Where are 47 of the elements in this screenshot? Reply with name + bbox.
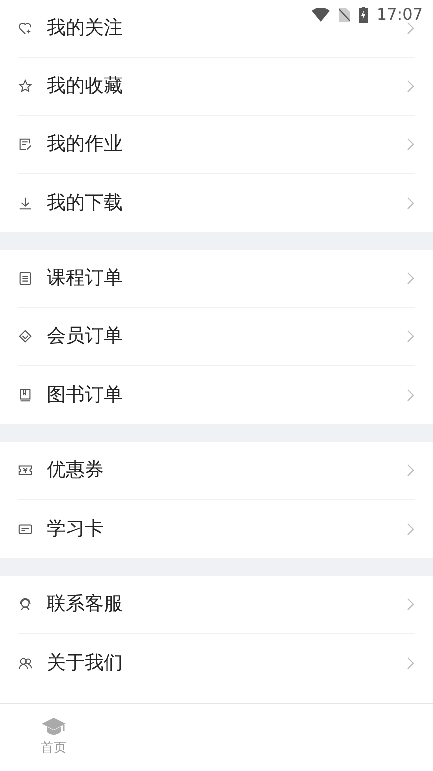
chevron-right-icon — [407, 80, 415, 93]
menu-item-label: 课程订单 — [47, 266, 123, 292]
menu-item[interactable]: 学习卡 — [0, 500, 433, 558]
chevron-right-icon — [407, 388, 415, 402]
chevron-right-icon — [407, 656, 415, 670]
menu-item[interactable]: 关于我们 — [0, 634, 433, 692]
menu-item[interactable]: 我的作业 — [0, 116, 433, 174]
status-time: 17:07 — [376, 4, 423, 26]
chevron-right-icon — [407, 138, 415, 151]
heart-plus-icon — [18, 21, 33, 36]
chevron-right-icon — [407, 22, 415, 35]
menu-item[interactable]: 图书订单 — [0, 366, 433, 424]
battery-charging-icon — [358, 7, 368, 23]
menu-item[interactable]: 我的收藏 — [0, 58, 433, 116]
chevron-right-icon — [407, 196, 415, 210]
menu-item-label: 我的作业 — [47, 132, 123, 158]
menu-item[interactable]: 优惠券 — [0, 442, 433, 500]
diamond-icon — [18, 329, 33, 344]
menu-item-label: 优惠券 — [47, 458, 104, 484]
wifi-icon — [312, 8, 330, 22]
menu-item-label: 我的收藏 — [47, 74, 123, 100]
menu-item-label: 会员订单 — [47, 324, 123, 350]
chevron-right-icon — [407, 598, 415, 611]
menu-item-label: 图书订单 — [47, 382, 123, 408]
menu-item-label: 联系客服 — [47, 592, 123, 618]
menu-item-label: 我的关注 — [47, 16, 123, 42]
download-icon — [18, 196, 33, 210]
graduation-cap-icon — [41, 716, 67, 737]
people-icon — [18, 656, 33, 670]
menu-item-label: 学习卡 — [47, 516, 104, 542]
headset-icon — [18, 597, 33, 612]
menu-item-label: 关于我们 — [47, 650, 123, 676]
chevron-right-icon — [407, 522, 415, 536]
star-icon — [18, 79, 33, 94]
menu-item[interactable]: 联系客服 — [0, 576, 433, 634]
menu-item[interactable]: 我的下载 — [0, 174, 433, 232]
no-sim-icon — [338, 8, 350, 22]
note-edit-icon — [18, 137, 33, 152]
chevron-right-icon — [407, 272, 415, 285]
menu-item[interactable]: 课程订单 — [0, 250, 433, 308]
menu-item[interactable]: 会员订单 — [0, 308, 433, 366]
clipboard-icon — [18, 271, 33, 286]
book-icon — [18, 388, 33, 402]
chevron-right-icon — [407, 330, 415, 343]
menu-item-label: 我的下载 — [47, 190, 123, 216]
ticket-icon — [18, 463, 33, 478]
chevron-right-icon — [407, 464, 415, 477]
